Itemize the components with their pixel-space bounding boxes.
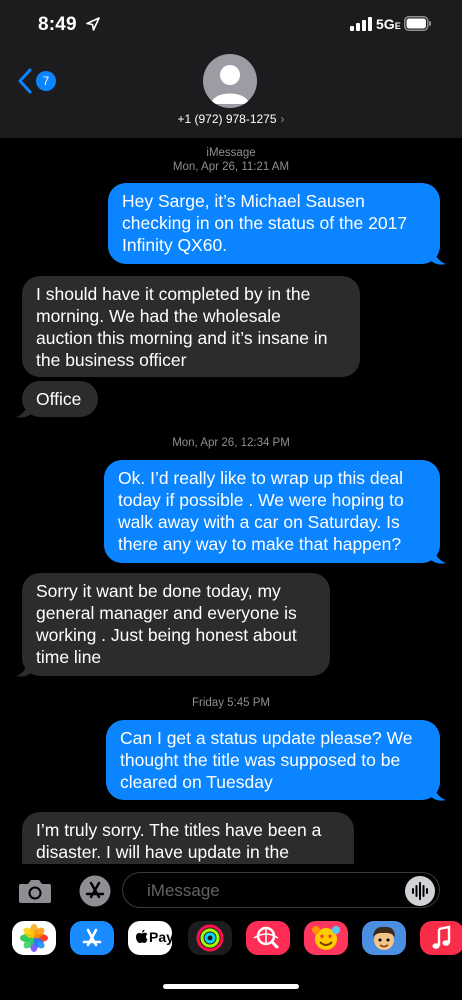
network-suffix: E (394, 21, 401, 31)
images-search-app-button[interactable] (246, 921, 290, 955)
service-label: iMessage (206, 147, 256, 159)
message-line: the business officer (36, 350, 187, 370)
message-line: Ok. I’d really like to wrap up this deal (118, 468, 403, 488)
unread-count-badge: 7 (36, 71, 56, 91)
message-bubble-outgoing[interactable]: Hey Sarge, it’s Michael Sausen checking … (108, 183, 440, 264)
message-line: time line (36, 647, 102, 667)
timestamp-1: iMessage Mon, Apr 26, 11:21 AM (0, 146, 462, 174)
message-line: auction this morning and it’s insane in (36, 328, 328, 348)
activity-icon (196, 924, 224, 952)
status-bar: 8:49 5GE (0, 0, 462, 50)
app-store-apps-icon[interactable] (78, 874, 112, 908)
back-button[interactable]: 7 (14, 66, 58, 96)
person-silhouette-icon (211, 65, 249, 104)
message-line: cleared on Tuesday (120, 772, 273, 792)
music-icon (432, 925, 451, 949)
message-input[interactable]: iMessage (122, 872, 440, 908)
music-app-button[interactable] (420, 921, 462, 955)
chevron-right-icon: › (280, 112, 285, 126)
message-line: checking in on the status of the 2017 (122, 213, 408, 233)
message-line: I’m truly sorry. The titles have been a (36, 820, 322, 840)
conversation-header: 7 +1 (972) 978-1275 › (0, 50, 462, 138)
message-line: walk away with a car on Saturday. Is (118, 512, 400, 532)
timestamp-2: Mon, Apr 26, 12:34 PM (0, 436, 462, 450)
message-bubble-incoming[interactable]: I should have it completed by in the mor… (22, 276, 360, 377)
animoji-app-button[interactable] (304, 921, 348, 955)
bubble-tail-outgoing (430, 784, 446, 801)
timestamp-label: Friday 5:45 PM (192, 697, 270, 709)
message-line: Sorry it want be done today, my (36, 581, 281, 601)
battery-icon (404, 16, 431, 31)
status-time: 8:49 (38, 14, 77, 35)
home-indicator[interactable] (163, 984, 299, 989)
chevron-left-icon (18, 68, 32, 94)
cellular-signal-icon (350, 17, 372, 31)
message-line: thought the title was supposed to be (120, 750, 401, 770)
apple-pay-app-button[interactable]: Pay (128, 921, 174, 955)
animoji-icon (312, 926, 340, 950)
message-line: Hey Sarge, it’s Michael Sausen (122, 191, 365, 211)
message-bubble-outgoing[interactable]: Ok. I’d really like to wrap up this deal… (104, 460, 440, 563)
images-search-icon (253, 926, 279, 949)
message-line: disaster. I will have update in the (36, 842, 289, 862)
compose-bar: iMessage (0, 864, 462, 914)
contact-number: +1 (972) 978-1275 (177, 112, 277, 126)
message-line: Infinity QX60. (122, 235, 228, 255)
memoji-app-button[interactable] (362, 921, 406, 955)
location-arrow-icon (86, 17, 100, 31)
message-line: there any way to make that happen? (118, 534, 402, 554)
timestamp-label: Mon, Apr 26, 12:34 PM (172, 437, 290, 449)
timestamp-label: Mon, Apr 26, 11:21 AM (172, 161, 290, 173)
messages-screen: 8:49 5GE 7 +1 (972) 978-1275 › iMessage … (0, 0, 462, 1000)
message-line: working . Just being honest about (36, 625, 297, 645)
bubble-tail-outgoing (430, 248, 446, 265)
waveform-icon (412, 882, 428, 900)
message-line: general manager and everyone is (36, 603, 297, 623)
message-line: today if possible . We were hoping to (118, 490, 404, 510)
app-store-icon (82, 928, 102, 947)
message-bubble-incoming[interactable]: Office (22, 381, 98, 417)
memoji-icon (373, 926, 395, 950)
photos-icon (20, 924, 48, 952)
message-bubble-outgoing[interactable]: Can I get a status update please? We tho… (106, 720, 440, 800)
message-input-placeholder: iMessage (147, 881, 220, 900)
apple-pay-label: Pay (149, 929, 174, 945)
activity-app-button[interactable] (188, 921, 232, 955)
network-type: 5GE (376, 16, 401, 32)
timestamp-3: Friday 5:45 PM (0, 696, 462, 710)
message-line: morning. We had the wholesale (36, 306, 281, 326)
app-store-app-button[interactable] (70, 921, 114, 955)
message-line: Can I get a status update please? We (120, 728, 413, 748)
contact-name[interactable]: +1 (972) 978-1275 › (0, 112, 462, 126)
app-drawer: Pay (0, 914, 462, 1000)
message-line: I should have it completed by in the (36, 284, 311, 304)
message-line: Office (36, 389, 82, 409)
photos-app-button[interactable] (12, 921, 56, 955)
bubble-tail-incoming (16, 401, 32, 418)
network-label: 5G (376, 16, 395, 32)
contact-avatar[interactable] (203, 54, 257, 108)
bubble-tail-outgoing (430, 547, 446, 564)
audio-message-button[interactable] (405, 876, 435, 906)
message-bubble-incoming[interactable]: Sorry it want be done today, my general … (22, 573, 330, 676)
camera-icon[interactable] (18, 878, 52, 904)
bubble-tail-incoming (16, 660, 32, 677)
